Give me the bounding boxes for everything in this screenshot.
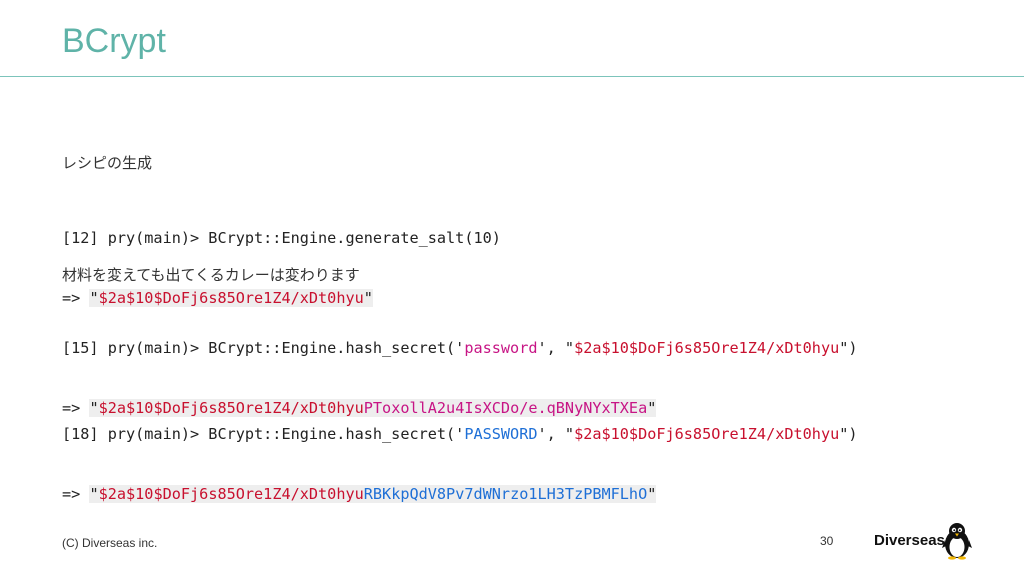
command-suffix: "): [839, 339, 858, 357]
command-mid: ', ": [537, 425, 575, 443]
title-divider: [0, 76, 1024, 77]
command-prefix: [15] pry(main)> BCrypt::Engine.hash_secr…: [62, 339, 465, 357]
page-number: 30: [820, 534, 834, 548]
penguin-logo-icon: [942, 520, 972, 560]
salt-value: $2a$10$DoFj6s85Ore1Z4/xDt0hyu: [574, 425, 840, 443]
result-string: "$2a$10$DoFj6s85Ore1Z4/xDt0hyuRBKkpQdV8P…: [89, 485, 657, 503]
caption-ingredients: 材料を変えても出てくるカレーは変わります: [62, 266, 360, 284]
brand-name: Diverseas: [874, 532, 945, 549]
secret-value: password: [464, 339, 538, 357]
salt-value: $2a$10$DoFj6s85Ore1Z4/xDt0hyu: [98, 485, 364, 503]
footer-copyright: (C) Diverseas inc.: [62, 536, 158, 550]
code-line-command: [18] pry(main)> BCrypt::Engine.hash_secr…: [62, 424, 858, 444]
quote-open: ": [89, 485, 99, 503]
code-block-hash-uppercase: [18] pry(main)> BCrypt::Engine.hash_secr…: [62, 384, 858, 524]
hash-value: RBKkpQdV8Pv7dWNrzo1LH3TzPBMFLhO: [363, 485, 648, 503]
code-line-command: [15] pry(main)> BCrypt::Engine.hash_secr…: [62, 338, 858, 358]
command-mid: ', ": [537, 339, 575, 357]
command-prefix: [18] pry(main)> BCrypt::Engine.hash_secr…: [62, 425, 465, 443]
code-line-result: => "$2a$10$DoFj6s85Ore1Z4/xDt0hyuRBKkpQd…: [62, 484, 858, 504]
result-arrow: =>: [62, 485, 90, 503]
quote-close: ": [647, 485, 657, 503]
secret-value: PASSWORD: [464, 425, 538, 443]
command-suffix: "): [839, 425, 858, 443]
slide-title: BCrypt: [62, 22, 166, 60]
caption-recipe-generation: レシピの生成: [62, 154, 153, 172]
salt-value: $2a$10$DoFj6s85Ore1Z4/xDt0hyu: [574, 339, 840, 357]
code-line-command: [12] pry(main)> BCrypt::Engine.generate_…: [62, 229, 501, 247]
